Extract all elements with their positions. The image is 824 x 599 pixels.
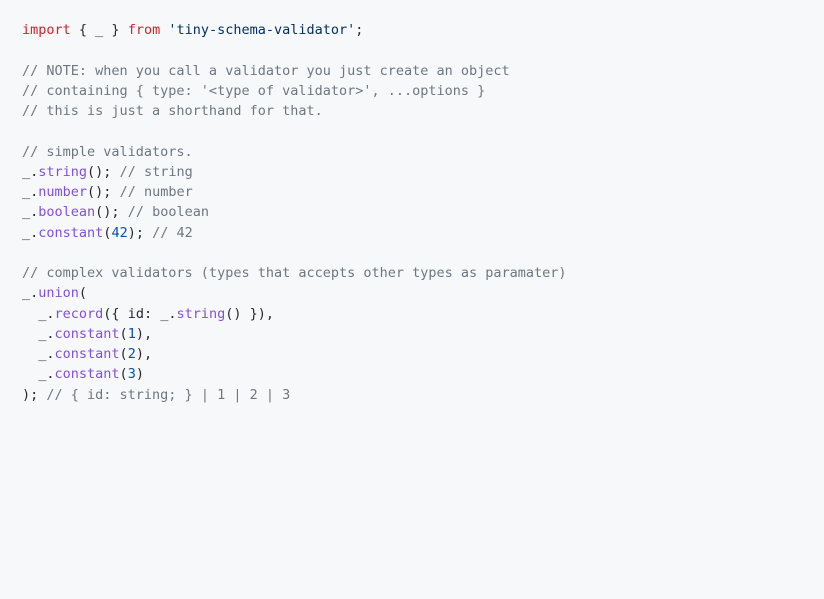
code-content: import { _ } from 'tiny-schema-validator… xyxy=(22,20,802,405)
token-pl: _. xyxy=(22,204,38,220)
token-cmt: // 42 xyxy=(152,225,193,241)
code-block: import { _ } from 'tiny-schema-validator… xyxy=(22,20,802,405)
token-fn: record xyxy=(55,306,104,322)
code-line: // this is just a shorthand for that. xyxy=(22,101,802,121)
token-pl: (); xyxy=(87,164,120,180)
token-fn: boolean xyxy=(38,204,95,220)
code-line: _.number(); // number xyxy=(22,182,802,202)
code-line: _.union( xyxy=(22,283,802,303)
token-pl: _. xyxy=(22,346,55,362)
token-pl: ( xyxy=(120,346,128,362)
token-pl: _. xyxy=(22,225,38,241)
token-fn: constant xyxy=(55,346,120,362)
token-fn: constant xyxy=(55,326,120,342)
token-pl: _. xyxy=(22,306,55,322)
token-num: 42 xyxy=(111,225,127,241)
code-line: _.boolean(); // boolean xyxy=(22,202,802,222)
token-prop: id xyxy=(128,306,144,322)
token-pl: : _. xyxy=(144,306,177,322)
code-line: // containing { type: '<type of validato… xyxy=(22,81,802,101)
token-fn: union xyxy=(38,285,79,301)
token-fn: number xyxy=(38,184,87,200)
token-num: 2 xyxy=(128,346,136,362)
token-fn: constant xyxy=(55,366,120,382)
token-cmt: // boolean xyxy=(128,204,209,220)
token-pl: ) xyxy=(136,366,144,382)
code-line: _.string(); // string xyxy=(22,162,802,182)
token-str: 'tiny-schema-validator' xyxy=(168,22,355,38)
token-pl: _. xyxy=(22,285,38,301)
token-pl: (); xyxy=(95,204,128,220)
token-fn: constant xyxy=(38,225,103,241)
token-cmt: // number xyxy=(120,184,193,200)
token-pl: ( xyxy=(79,285,87,301)
code-line xyxy=(22,121,802,141)
token-pl: ), xyxy=(136,346,152,362)
token-pl: ( xyxy=(120,326,128,342)
token-fn: string xyxy=(176,306,225,322)
token-cmt: // containing { type: '<type of validato… xyxy=(22,83,485,99)
token-pl: () }), xyxy=(225,306,274,322)
token-pl: _. xyxy=(22,164,38,180)
token-kw: import xyxy=(22,22,71,38)
token-pl: ({ xyxy=(103,306,127,322)
code-line: import { _ } from 'tiny-schema-validator… xyxy=(22,20,802,40)
token-pl: ; xyxy=(355,22,363,38)
code-line: _.constant(42); // 42 xyxy=(22,223,802,243)
code-line: // NOTE: when you call a validator you j… xyxy=(22,61,802,81)
token-cmt: // complex validators (types that accept… xyxy=(22,265,567,281)
token-cmt: // { id: string; } | 1 | 2 | 3 xyxy=(46,387,290,403)
code-line: _.constant(1), xyxy=(22,324,802,344)
token-pl: _. xyxy=(22,184,38,200)
code-line xyxy=(22,40,802,60)
token-cmt: // string xyxy=(120,164,193,180)
token-pl: { _ } xyxy=(71,22,128,38)
code-line: // simple validators. xyxy=(22,142,802,162)
token-pl: ( xyxy=(120,366,128,382)
token-pl: _. xyxy=(22,326,55,342)
token-cmt: // NOTE: when you call a validator you j… xyxy=(22,63,510,79)
token-pl: (); xyxy=(87,184,120,200)
code-line: ); // { id: string; } | 1 | 2 | 3 xyxy=(22,385,802,405)
code-line: _.constant(3) xyxy=(22,364,802,384)
token-pl: ); xyxy=(22,387,46,403)
token-pl: ), xyxy=(136,326,152,342)
token-num: 1 xyxy=(128,326,136,342)
token-kw: from xyxy=(128,22,161,38)
token-pl: _. xyxy=(22,366,55,382)
code-line: _.constant(2), xyxy=(22,344,802,364)
token-fn: string xyxy=(38,164,87,180)
code-line: // complex validators (types that accept… xyxy=(22,263,802,283)
token-cmt: // this is just a shorthand for that. xyxy=(22,103,323,119)
token-pl: ); xyxy=(128,225,152,241)
code-line xyxy=(22,243,802,263)
token-num: 3 xyxy=(128,366,136,382)
code-line: _.record({ id: _.string() }), xyxy=(22,304,802,324)
token-cmt: // simple validators. xyxy=(22,144,193,160)
